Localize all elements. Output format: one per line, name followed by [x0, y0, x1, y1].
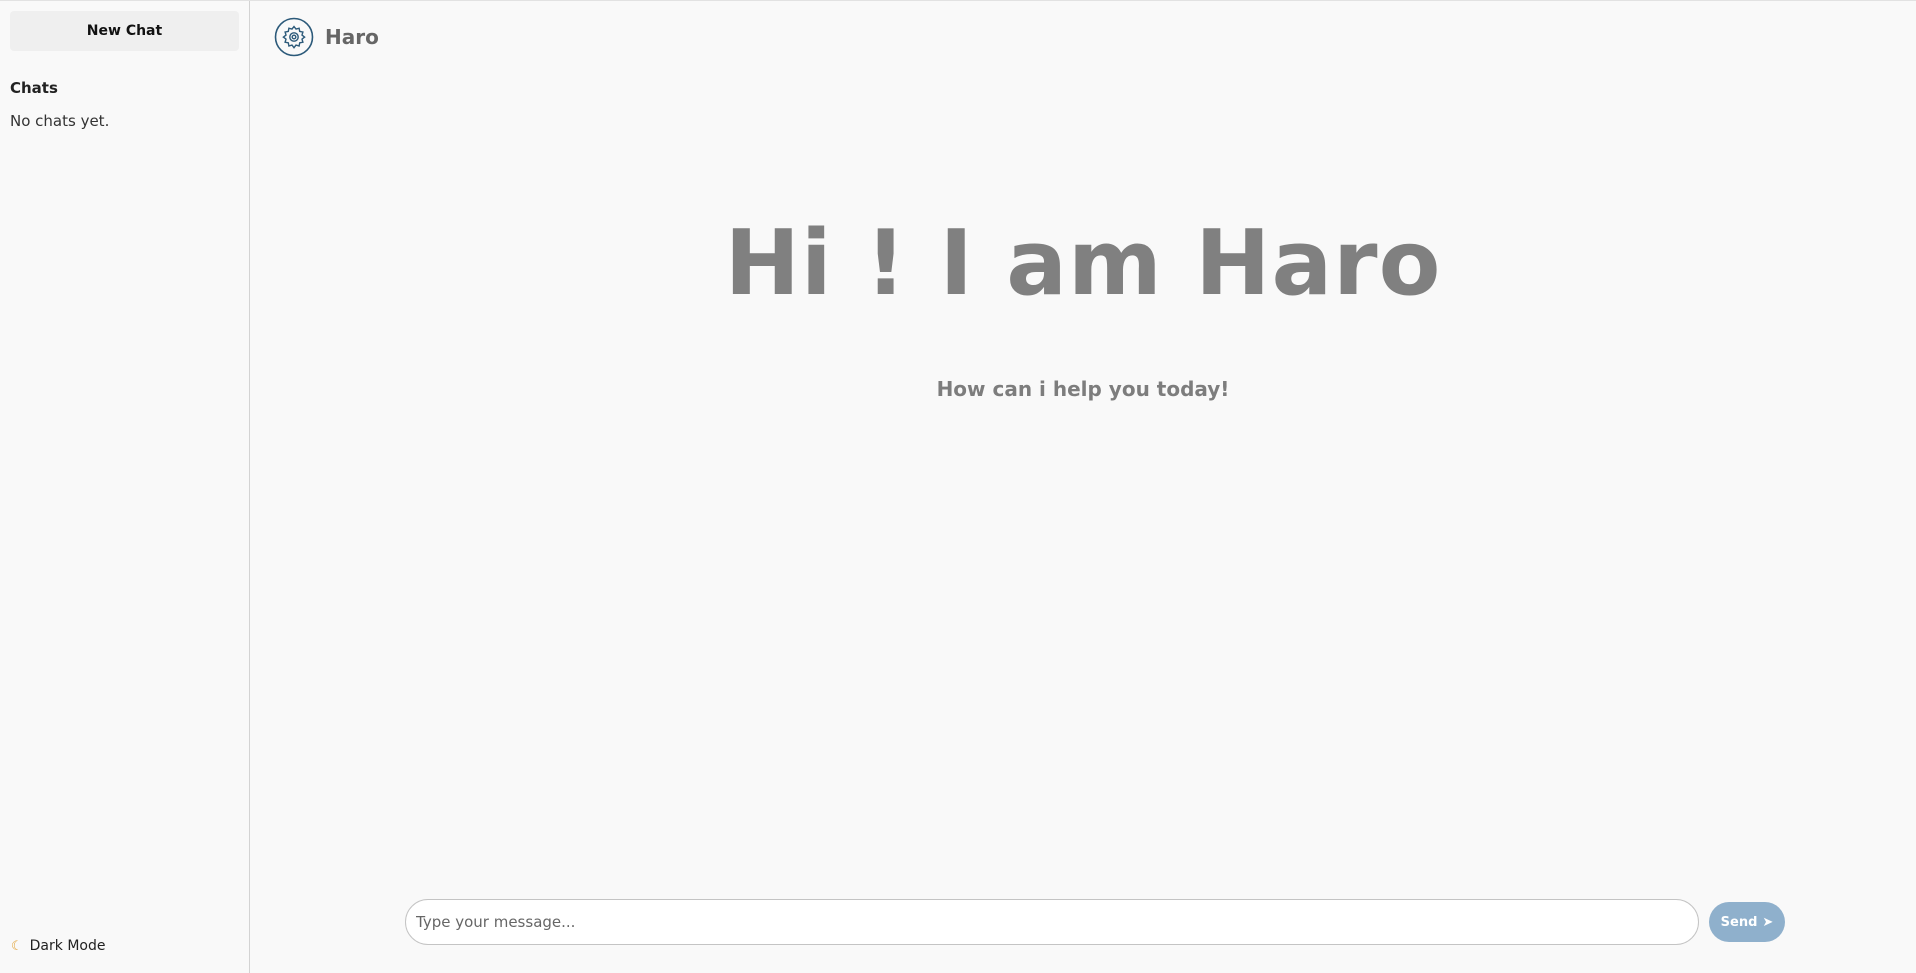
- dark-mode-label: Dark Mode: [29, 938, 106, 954]
- main-panel: Haro Hi ! I am Haro How can i help you t…: [250, 1, 1916, 973]
- sidebar: New Chat Chats No chats yet. ☾ Dark Mode: [0, 1, 250, 973]
- chats-heading: Chats: [10, 79, 58, 97]
- gear-logo-icon: [274, 17, 314, 57]
- message-input[interactable]: [405, 899, 1699, 945]
- brand-name: Haro: [325, 25, 379, 49]
- hero-title: Hi ! I am Haro: [724, 211, 1442, 316]
- send-button[interactable]: Send ➤: [1709, 902, 1785, 942]
- hero-subtitle: How can i help you today!: [936, 377, 1230, 401]
- empty-chats-text: No chats yet.: [10, 112, 110, 130]
- dark-mode-toggle[interactable]: ☾ Dark Mode: [11, 938, 105, 954]
- header: Haro: [274, 17, 379, 57]
- message-composer: Send ➤: [405, 899, 1785, 945]
- app-window: New Chat Chats No chats yet. ☾ Dark Mode…: [0, 0, 1916, 973]
- new-chat-button[interactable]: New Chat: [10, 11, 239, 51]
- paper-plane-icon: ➤: [1762, 914, 1774, 930]
- moon-icon: ☾: [11, 938, 23, 954]
- send-label: Send: [1720, 914, 1758, 930]
